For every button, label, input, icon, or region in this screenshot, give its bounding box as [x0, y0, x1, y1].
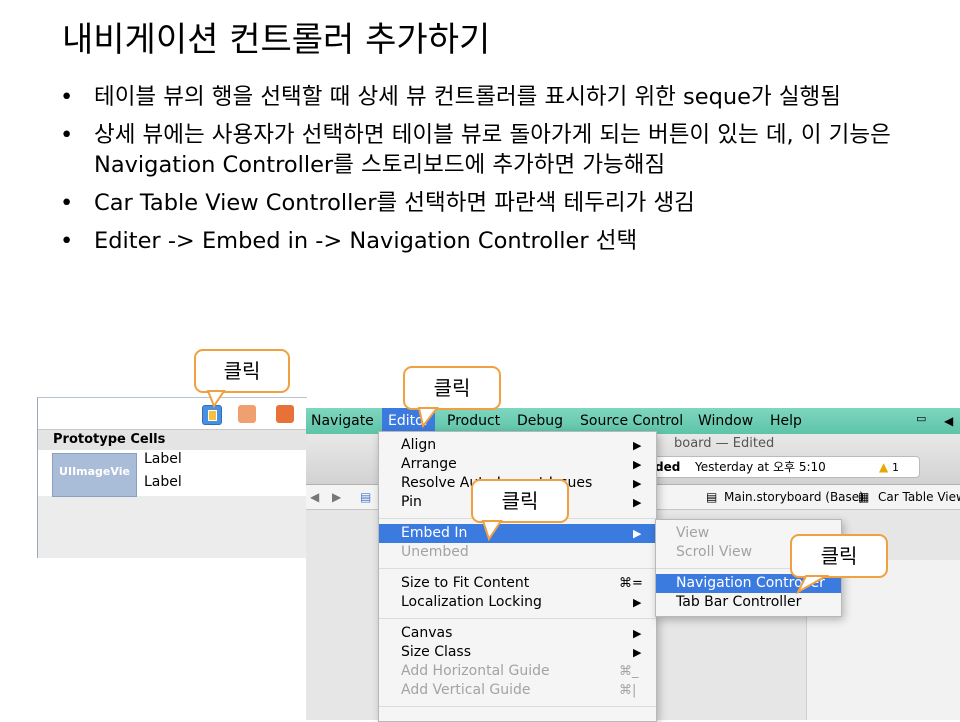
submenu-arrow-icon: ▶	[633, 627, 642, 640]
callout-text: 클릭	[501, 489, 539, 513]
first-responder-icon[interactable]	[238, 405, 256, 423]
submenu-arrow-icon: ▶	[633, 477, 642, 490]
menu-item-add-vertical-guide: Add Vertical Guide ⌘|	[401, 682, 637, 698]
callout-click: 클릭	[790, 534, 888, 595]
menu-separator	[379, 568, 656, 569]
bullet-list: • 테이블 뷰의 행을 선택할 때 상세 뷰 컨트롤러를 표시하기 위한 sequ…	[56, 82, 936, 264]
menu-extra-icon[interactable]: ◀	[944, 408, 953, 434]
callout-pointer	[417, 407, 440, 429]
menu-navigate[interactable]: Navigate	[311, 408, 374, 434]
back-arrow-icon[interactable]: ◀	[310, 485, 319, 509]
forward-arrow-icon[interactable]: ▶	[332, 485, 341, 509]
submenu-arrow-icon: ▶	[633, 596, 642, 609]
callout-click: 클릭	[471, 479, 569, 542]
menu-item-add-horizontal-guide: Add Horizontal Guide ⌘_	[401, 663, 639, 679]
file-icon: ▤	[360, 490, 372, 504]
bullet-dot-icon: •	[60, 190, 74, 216]
menu-item-size-class[interactable]: Size Class ▶	[379, 643, 656, 662]
bullet-text: Editer -> Embed in -> Navigation Control…	[94, 228, 638, 254]
shortcut-text: ⌘_	[619, 664, 639, 679]
bullet-text: 테이블 뷰의 행을 선택할 때 상세 뷰 컨트롤러를 표시하기 위한 seque…	[94, 84, 841, 110]
airplay-icon[interactable]: ▭	[916, 411, 936, 427]
bullet-item: • 테이블 뷰의 행을 선택할 때 상세 뷰 컨트롤러를 표시하기 위한 sequ…	[56, 82, 936, 112]
shortcut-text: ⌘=	[619, 576, 643, 591]
submenu-arrow-icon: ▶	[633, 458, 642, 471]
callout-pointer	[206, 390, 226, 409]
scene-dock	[38, 398, 307, 430]
warning-count: 1	[892, 461, 900, 474]
callout-click: 클릭	[403, 366, 501, 429]
bullet-item: • Editer -> Embed in -> Navigation Contro…	[56, 226, 936, 256]
callout-text: 클릭	[433, 376, 471, 400]
editor-menu: Align▶ Arrange▶ Resolve Auto Layout Issu…	[378, 431, 657, 722]
exit-icon[interactable]	[276, 405, 294, 423]
menu-separator	[379, 706, 656, 707]
menu-item-arrange[interactable]: Arrange ▶	[379, 455, 656, 474]
prototype-cell[interactable]: UIImageVie Label Label	[38, 450, 307, 497]
submenu-arrow-icon: ▶	[633, 496, 642, 509]
callout-text: 클릭	[820, 544, 858, 568]
callout-text: 클릭	[223, 359, 261, 383]
bullet-dot-icon: •	[60, 84, 74, 110]
bullet-dot-icon: •	[60, 122, 74, 148]
menu-item-size-to-fit[interactable]: Size to Fit Content ⌘=	[379, 574, 656, 593]
slide-title: 내비게이션 컨트롤러 추가하기	[62, 20, 491, 60]
callout-pointer	[795, 575, 830, 595]
status-time: Yesterday at 오후 5:10	[695, 460, 826, 474]
submenu-arrow-icon: ▶	[633, 646, 642, 659]
menu-item-unembed: Unembed	[401, 544, 469, 560]
jumpbar-segment[interactable]: Car Table View	[878, 485, 960, 509]
shortcut-text: ⌘|	[619, 683, 637, 698]
cell-label[interactable]: Label	[144, 451, 182, 467]
bullet-text: Car Table View Controller를 선택하면 파란색 테두리가…	[94, 190, 695, 216]
callout-click: 클릭	[194, 349, 290, 409]
storyboard-scene-panel[interactable]: Prototype Cells UIImageVie Label Label	[37, 397, 307, 558]
submenu-arrow-icon: ▶	[633, 527, 642, 540]
document-title: board — Edited	[674, 436, 775, 451]
scene-icon: ▦	[858, 490, 870, 504]
prototype-cells-header: Prototype Cells	[38, 430, 307, 450]
menu-window[interactable]: Window	[698, 408, 753, 434]
bullet-text: 상세 뷰에는 사용자가 선택하면 테이블 뷰로 돌아가게 되는 버튼이 있는 데…	[94, 122, 891, 178]
callout-pointer	[481, 520, 503, 542]
status-text: ded	[655, 460, 681, 474]
activity-status: ded Yesterday at 오후 5:10 ▲ 1	[618, 456, 920, 478]
menu-item-embed-in[interactable]: Embed In ▶	[379, 524, 656, 543]
menu-item-localization-locking[interactable]: Localization Locking ▶	[379, 593, 656, 612]
menu-help[interactable]: Help	[770, 408, 802, 434]
submenu-arrow-icon: ▶	[633, 439, 642, 452]
bullet-dot-icon: •	[60, 228, 74, 254]
image-view-placeholder[interactable]: UIImageVie	[52, 453, 137, 497]
menu-item-align[interactable]: Align ▶	[379, 436, 656, 455]
cell-label[interactable]: Label	[144, 474, 182, 490]
storyboard-file-icon: ▤	[706, 490, 718, 504]
warning-triangle-icon[interactable]: ▲ 1	[879, 457, 899, 478]
bullet-item: • 상세 뷰에는 사용자가 선택하면 테이블 뷰로 돌아가게 되는 버튼이 있는 …	[56, 120, 936, 180]
bullet-item: • Car Table View Controller를 선택하면 파란색 테두리…	[56, 188, 936, 218]
menu-separator	[379, 618, 656, 619]
menu-item-canvas[interactable]: Canvas ▶	[379, 624, 656, 643]
jumpbar-segment[interactable]: Main.storyboard (Base)	[724, 485, 864, 509]
